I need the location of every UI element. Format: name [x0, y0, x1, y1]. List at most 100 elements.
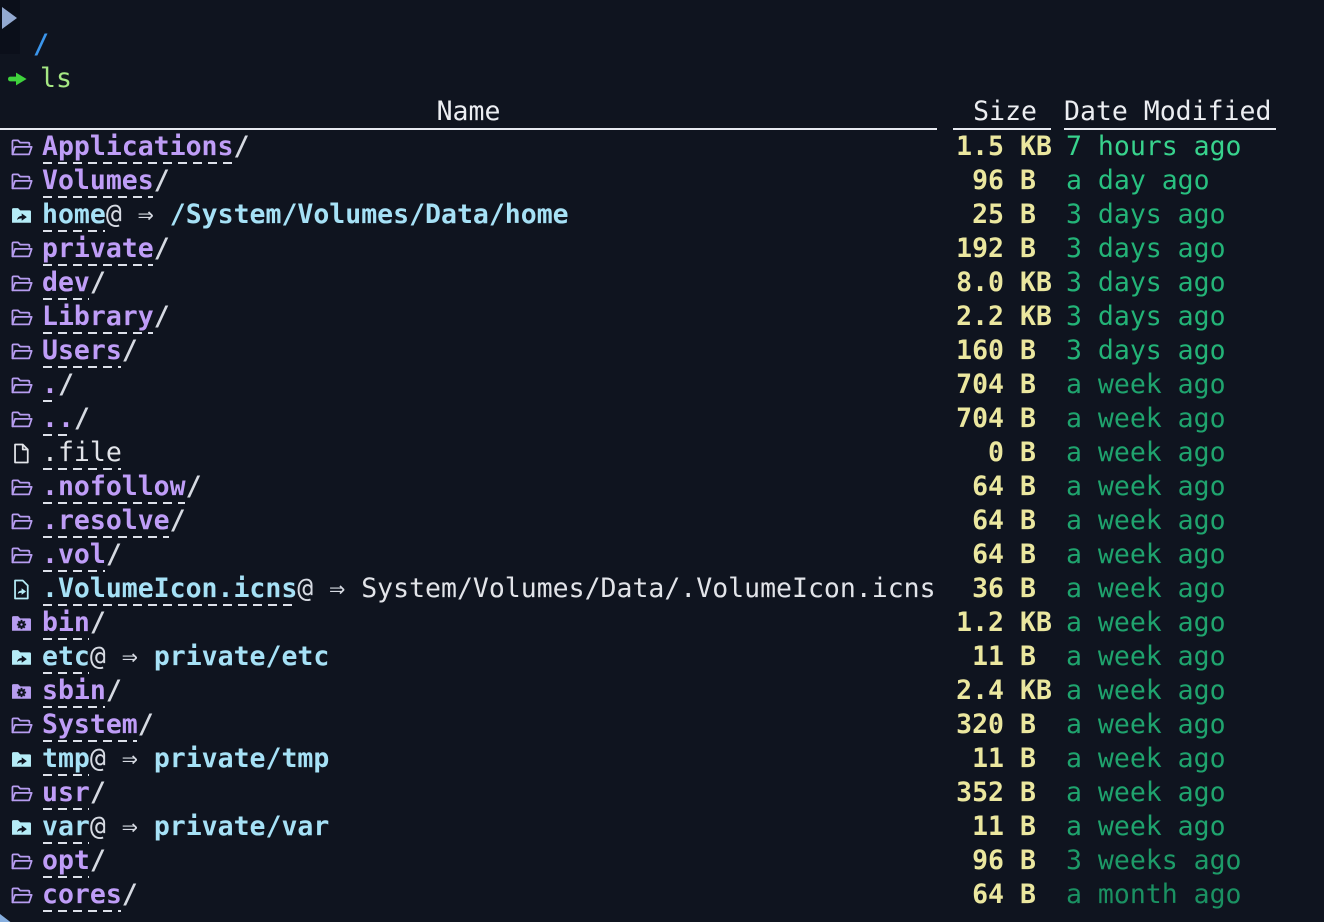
file-size: 64 [941, 470, 1004, 504]
folder-open-icon [8, 134, 34, 160]
file-name-cell: home@⇒/System/Volumes/Data/home [42, 198, 941, 232]
file-name-link[interactable]: home [42, 199, 106, 230]
file-name-link[interactable]: var [42, 811, 90, 842]
prompt-path-line: / [0, 28, 1324, 62]
file-size-unit: B [1020, 572, 1052, 606]
file-row: home@⇒/System/Volumes/Data/home25B3 days… [0, 198, 1324, 232]
symlink-target: private/tmp [154, 743, 330, 774]
file-name-link[interactable]: Users [42, 335, 122, 366]
date-modified: a week ago [1066, 504, 1324, 538]
classify-suffix: / [186, 471, 202, 502]
file-name-link[interactable]: Library [42, 301, 154, 332]
symlink-arrow: ⇒ [122, 811, 138, 842]
symlink-arrow: ⇒ [122, 641, 138, 672]
file-size-unit: B [1020, 232, 1052, 266]
folder-symlink-icon [8, 814, 34, 840]
date-modified: 3 days ago [1066, 232, 1324, 266]
classify-suffix: / [74, 403, 90, 434]
classify-suffix: / [106, 539, 122, 570]
date-modified: 3 days ago [1066, 300, 1324, 334]
file-row: Users/160B3 days ago [0, 334, 1324, 368]
date-modified: a week ago [1066, 810, 1324, 844]
file-row: System/320Ba week ago [0, 708, 1324, 742]
prompt-cwd: / [33, 28, 49, 62]
file-size-unit: KB [1020, 300, 1052, 334]
file-size: 320 [941, 708, 1004, 742]
file-name-link[interactable]: bin [42, 607, 90, 638]
classify-suffix: / [138, 709, 154, 740]
folder-gear-icon [8, 610, 34, 636]
file-name-cell: Volumes/ [42, 164, 941, 198]
folder-gear-icon [8, 678, 34, 704]
next-prompt-marker-icon [0, 914, 13, 922]
prompt-marker-icon [2, 7, 17, 29]
file-size-unit: B [1020, 878, 1052, 912]
date-modified: a week ago [1066, 470, 1324, 504]
file-size: 2.4 [941, 674, 1004, 708]
file-size: 11 [941, 742, 1004, 776]
file-size-unit: B [1020, 844, 1052, 878]
file-name-link[interactable]: .nofollow [42, 471, 186, 502]
file-row: .resolve/64Ba week ago [0, 504, 1324, 538]
classify-suffix: / [106, 675, 122, 706]
classify-suffix: @ [90, 811, 106, 842]
file-size-unit: B [1020, 368, 1052, 402]
file-name-link[interactable]: .VolumeIcon.icns [42, 573, 297, 604]
file-name-link[interactable]: Applications [42, 131, 233, 162]
date-modified: a week ago [1066, 538, 1324, 572]
file-name-link[interactable]: usr [42, 777, 90, 808]
file-row: .nofollow/64Ba week ago [0, 470, 1324, 504]
file-size: 704 [941, 368, 1004, 402]
folder-open-icon [8, 780, 34, 806]
command-line: ls [0, 62, 1324, 96]
folder-open-icon [8, 474, 34, 500]
file-name-link[interactable]: dev [42, 267, 90, 298]
file-name-link[interactable]: private [42, 233, 154, 264]
file-name-cell: tmp@⇒private/tmp [42, 742, 941, 776]
folder-open-icon [8, 882, 34, 908]
file-size-unit: B [1020, 742, 1052, 776]
file-name-link[interactable]: sbin [42, 675, 106, 706]
classify-suffix: / [233, 131, 249, 162]
file-name-cell: Applications/ [42, 130, 941, 164]
file-name-link[interactable]: .file [42, 437, 122, 468]
file-name-link[interactable]: opt [42, 845, 90, 876]
date-modified: a week ago [1066, 640, 1324, 674]
date-modified: a week ago [1066, 674, 1324, 708]
symlink-target: private/var [154, 811, 330, 842]
file-name-link[interactable]: etc [42, 641, 90, 672]
file-name-link[interactable]: .resolve [42, 505, 170, 536]
date-modified: a week ago [1066, 742, 1324, 776]
file-name-link[interactable]: . [42, 369, 58, 400]
file-name-link[interactable]: .vol [42, 539, 106, 570]
file-name-link[interactable]: System [42, 709, 138, 740]
terminal-screen[interactable]: / ls Name Size Date Modified Application… [0, 0, 1324, 922]
file-name-cell: private/ [42, 232, 941, 266]
file-size: 352 [941, 776, 1004, 810]
file-size-unit: B [1020, 334, 1052, 368]
symlink-arrow: ⇒ [329, 573, 345, 604]
file-size: 11 [941, 810, 1004, 844]
file-size: 0 [941, 436, 1004, 470]
file-name-link[interactable]: cores [42, 879, 122, 910]
folder-open-icon [8, 712, 34, 738]
classify-suffix: @ [297, 573, 313, 604]
folder-open-icon [8, 236, 34, 262]
file-name-cell: ./ [42, 368, 941, 402]
file-row: var@⇒private/var11Ba week ago [0, 810, 1324, 844]
date-modified: a month ago [1066, 878, 1324, 912]
file-size: 25 [941, 198, 1004, 232]
file-size-unit: B [1020, 198, 1052, 232]
folder-symlink-icon [8, 644, 34, 670]
file-name-link[interactable]: .. [42, 403, 74, 434]
classify-suffix: / [170, 505, 186, 536]
file-size-unit: B [1020, 708, 1052, 742]
file-name-link[interactable]: tmp [42, 743, 90, 774]
date-modified: 3 days ago [1066, 334, 1324, 368]
folder-symlink-icon [8, 746, 34, 772]
folder-open-icon [8, 508, 34, 534]
file-name-link[interactable]: Volumes [42, 165, 154, 196]
classify-suffix: / [154, 165, 170, 196]
file-name-cell: sbin/ [42, 674, 941, 708]
header-size: Size [953, 96, 1051, 130]
